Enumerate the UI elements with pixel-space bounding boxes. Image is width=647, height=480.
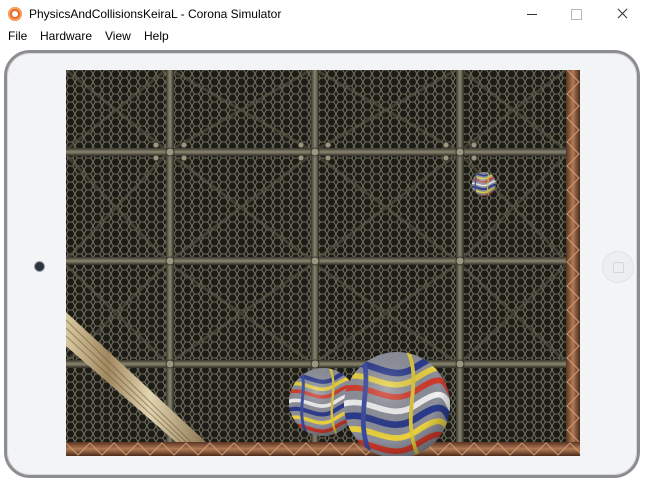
corona-simulator-icon — [8, 7, 22, 21]
minimize-button[interactable] — [509, 0, 555, 28]
home-button[interactable] — [603, 252, 633, 282]
bottom-frame — [66, 442, 580, 456]
window-title: PhysicsAndCollisionsKeiraL - Corona Simu… — [29, 7, 282, 21]
menu-view[interactable]: View — [105, 29, 131, 43]
menu-hardware[interactable]: Hardware — [40, 29, 92, 43]
menu-help[interactable]: Help — [144, 29, 169, 43]
game-scene — [66, 70, 580, 456]
title-bar: PhysicsAndCollisionsKeiraL - Corona Simu… — [0, 0, 647, 28]
menu-bar: File Hardware View Help — [0, 28, 647, 47]
menu-file[interactable]: File — [8, 29, 27, 43]
maximize-button[interactable] — [553, 0, 599, 28]
close-button[interactable] — [599, 0, 645, 28]
camera-icon — [35, 262, 44, 271]
simulator-screen[interactable] — [66, 70, 580, 456]
